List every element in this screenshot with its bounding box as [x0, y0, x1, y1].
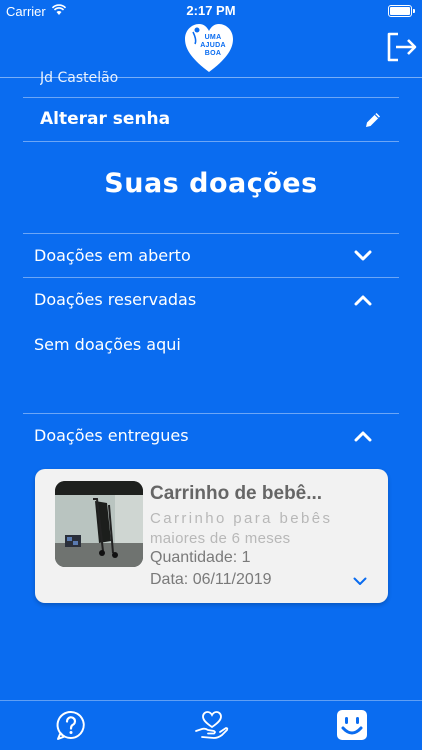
- divider: [23, 141, 399, 142]
- battery-icon: [388, 5, 415, 17]
- donation-quantity: Quantidade: 1: [150, 549, 251, 566]
- donation-description: Carrinho para bebês maiores de 6 meses: [150, 509, 360, 549]
- clock: 2:17 PM: [186, 3, 236, 18]
- logo-word-1: UMA: [204, 34, 222, 41]
- app-logo: UMA AJUDA BOA: [183, 22, 235, 74]
- logo-word-3: BOA: [204, 50, 222, 57]
- address-row: Jd Castelão: [40, 70, 119, 86]
- donation-description-line-2: maiores de 6 meses: [150, 530, 291, 547]
- logo-text: UMA AJUDA BOA: [183, 34, 235, 58]
- logo-word-2: AJUDA: [200, 42, 226, 49]
- accordion-open-donations[interactable]: Doações em aberto: [34, 246, 191, 265]
- change-password-link[interactable]: Alterar senha: [40, 109, 170, 129]
- chevron-up-icon[interactable]: [354, 294, 372, 306]
- divider: [23, 413, 399, 414]
- donations-title: Suas doações: [104, 168, 318, 199]
- profile-smiley-icon[interactable]: [336, 709, 368, 741]
- divider: [23, 233, 399, 234]
- empty-reserved-message: Sem doações aqui: [34, 335, 181, 354]
- stroller-photo: [55, 481, 143, 567]
- donation-description-line-1: Carrinho para bebês: [150, 510, 333, 527]
- donate-heart-hand-icon[interactable]: [194, 709, 230, 741]
- chevron-down-icon[interactable]: [354, 250, 372, 262]
- donation-photo: [55, 481, 143, 567]
- divider: [23, 97, 399, 98]
- donation-date: Data: 06/11/2019: [150, 571, 272, 588]
- divider: [23, 277, 399, 278]
- status-bar: Carrier 2:17 PM: [0, 0, 422, 22]
- accordion-reserved-donations[interactable]: Doações reservadas: [34, 290, 196, 309]
- pencil-icon[interactable]: [363, 110, 383, 130]
- tab-bar: [0, 700, 422, 750]
- donation-title: Carrinho de bebê...: [150, 483, 323, 504]
- logout-icon[interactable]: [384, 30, 418, 64]
- help-icon[interactable]: [55, 709, 87, 741]
- donation-card[interactable]: Carrinho de bebê... Carrinho para bebês …: [35, 469, 388, 603]
- expand-chevron-icon[interactable]: [353, 577, 367, 586]
- accordion-delivered-donations[interactable]: Doações entregues: [34, 426, 189, 445]
- chevron-up-icon[interactable]: [354, 430, 372, 442]
